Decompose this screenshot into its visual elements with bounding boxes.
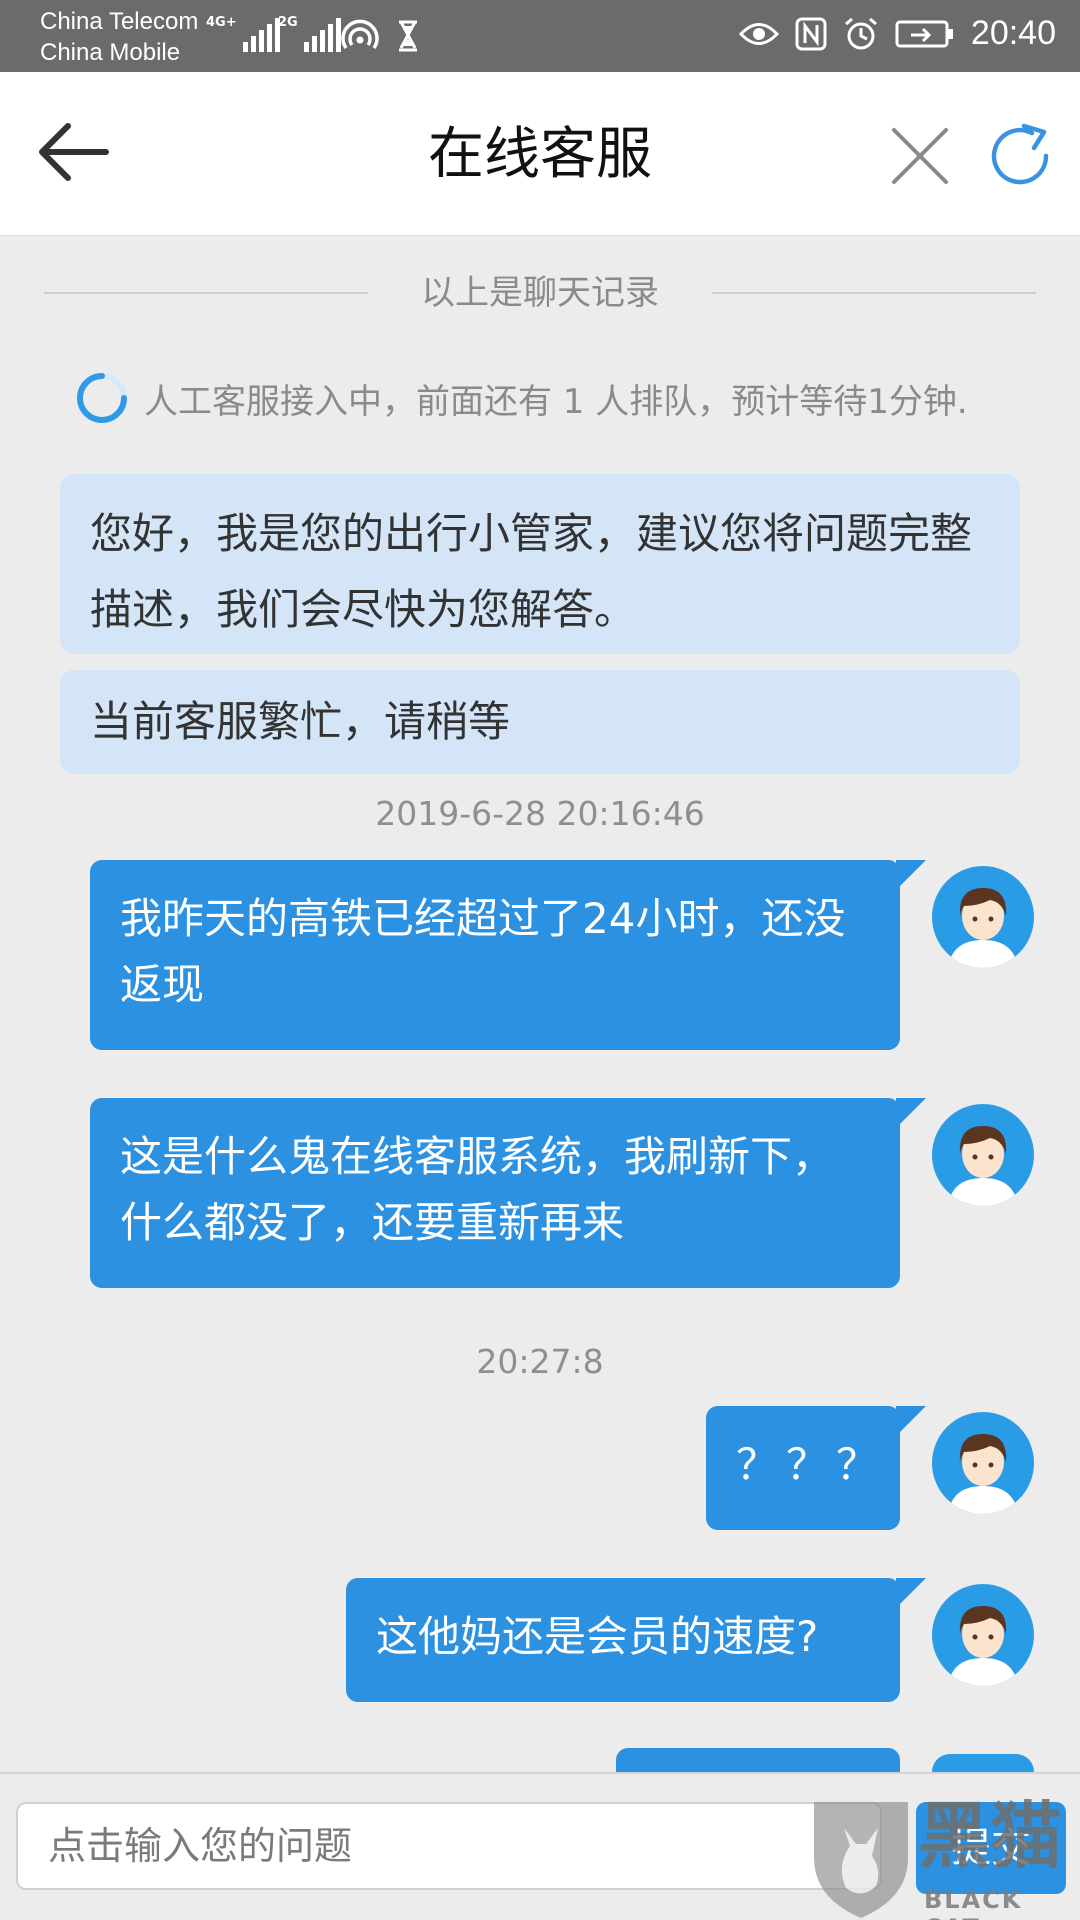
message-timestamp: 20:27:8 <box>476 1342 604 1381</box>
user-message: 我昨天的高铁已经超过了24小时，还没返现 <box>90 860 926 1050</box>
hourglass-icon <box>399 20 417 52</box>
alarm-icon <box>844 17 877 49</box>
carrier-info: China Telecom China Mobile <box>40 6 198 68</box>
user-avatar <box>932 1104 1034 1206</box>
message-timestamp: 2019-6-28 20:16:46 <box>375 794 705 833</box>
eye-comfort-icon <box>738 22 779 45</box>
agent-message: 当前客服繁忙，请稍等 <box>60 670 1020 774</box>
hotspot-icon <box>341 19 379 49</box>
user-message-text: ？？？ <box>736 1440 887 1489</box>
user-message: 这他妈还是会员的速度? <box>346 1578 926 1702</box>
user-avatar-icon <box>948 1126 1018 1206</box>
carrier-2: China Mobile <box>40 39 181 66</box>
black-cat-logo-icon <box>814 1802 908 1918</box>
agent-message: 您好，我是您的出行小管家，建议您将问题完整描述，我们会尽快为您解答。 <box>60 474 1020 654</box>
question-input[interactable]: 点击输入您的问题 <box>16 1802 882 1890</box>
network-type-2: 2G <box>278 15 298 30</box>
user-avatar-icon <box>948 1434 1018 1514</box>
battery-charging-icon <box>895 20 953 47</box>
user-message-partial <box>616 1748 900 1772</box>
user-avatar-partial <box>932 1754 1034 1772</box>
signal-4g-icon: 4G+ <box>206 16 280 52</box>
user-avatar <box>932 1584 1034 1686</box>
user-avatar <box>932 866 1034 968</box>
status-bar: China Telecom China Mobile 4G+ 2G 20:40 <box>0 0 1080 72</box>
watermark: 黑猫 BLACK CAT <box>806 1788 1080 1920</box>
network-type-1: 4G+ <box>206 15 237 30</box>
user-message-text: 这是什么鬼在线客服系统，我刷新下，什么都没了，还要重新再来 <box>120 1132 835 1247</box>
user-avatar-icon <box>948 888 1018 968</box>
status-icons: 20:40 <box>738 14 1056 53</box>
loading-spinner-icon <box>77 373 127 423</box>
queue-notice: 人工客服接入中，前面还有 1 人排队，预计等待1分钟. <box>74 370 968 426</box>
user-message-text: 这他妈还是会员的速度? <box>376 1612 819 1661</box>
status-time: 20:40 <box>970 14 1056 52</box>
user-message: 这是什么鬼在线客服系统，我刷新下，什么都没了，还要重新再来 <box>90 1098 926 1288</box>
signal-2g-icon: 2G <box>278 16 341 52</box>
history-divider: 以上是聊天记录 <box>44 268 1036 318</box>
nfc-icon <box>795 17 827 50</box>
user-message: ？？？ <box>706 1406 926 1530</box>
watermark-cn: 黑猫 <box>918 1794 1063 1878</box>
carrier-1: China Telecom <box>40 8 199 35</box>
history-divider-label: 以上是聊天记录 <box>421 273 659 313</box>
queue-notice-text: 人工客服接入中，前面还有 1 人排队，预计等待1分钟. <box>144 381 968 422</box>
refresh-icon[interactable] <box>984 120 1056 192</box>
close-icon[interactable] <box>888 124 952 188</box>
watermark-en: BLACK CAT <box>924 1886 1023 1920</box>
user-avatar <box>932 1412 1034 1514</box>
app-header: 在线客服 <box>0 72 1080 236</box>
user-avatar-icon <box>948 1606 1018 1686</box>
user-message-text: 我昨天的高铁已经超过了24小时，还没返现 <box>120 894 846 1009</box>
